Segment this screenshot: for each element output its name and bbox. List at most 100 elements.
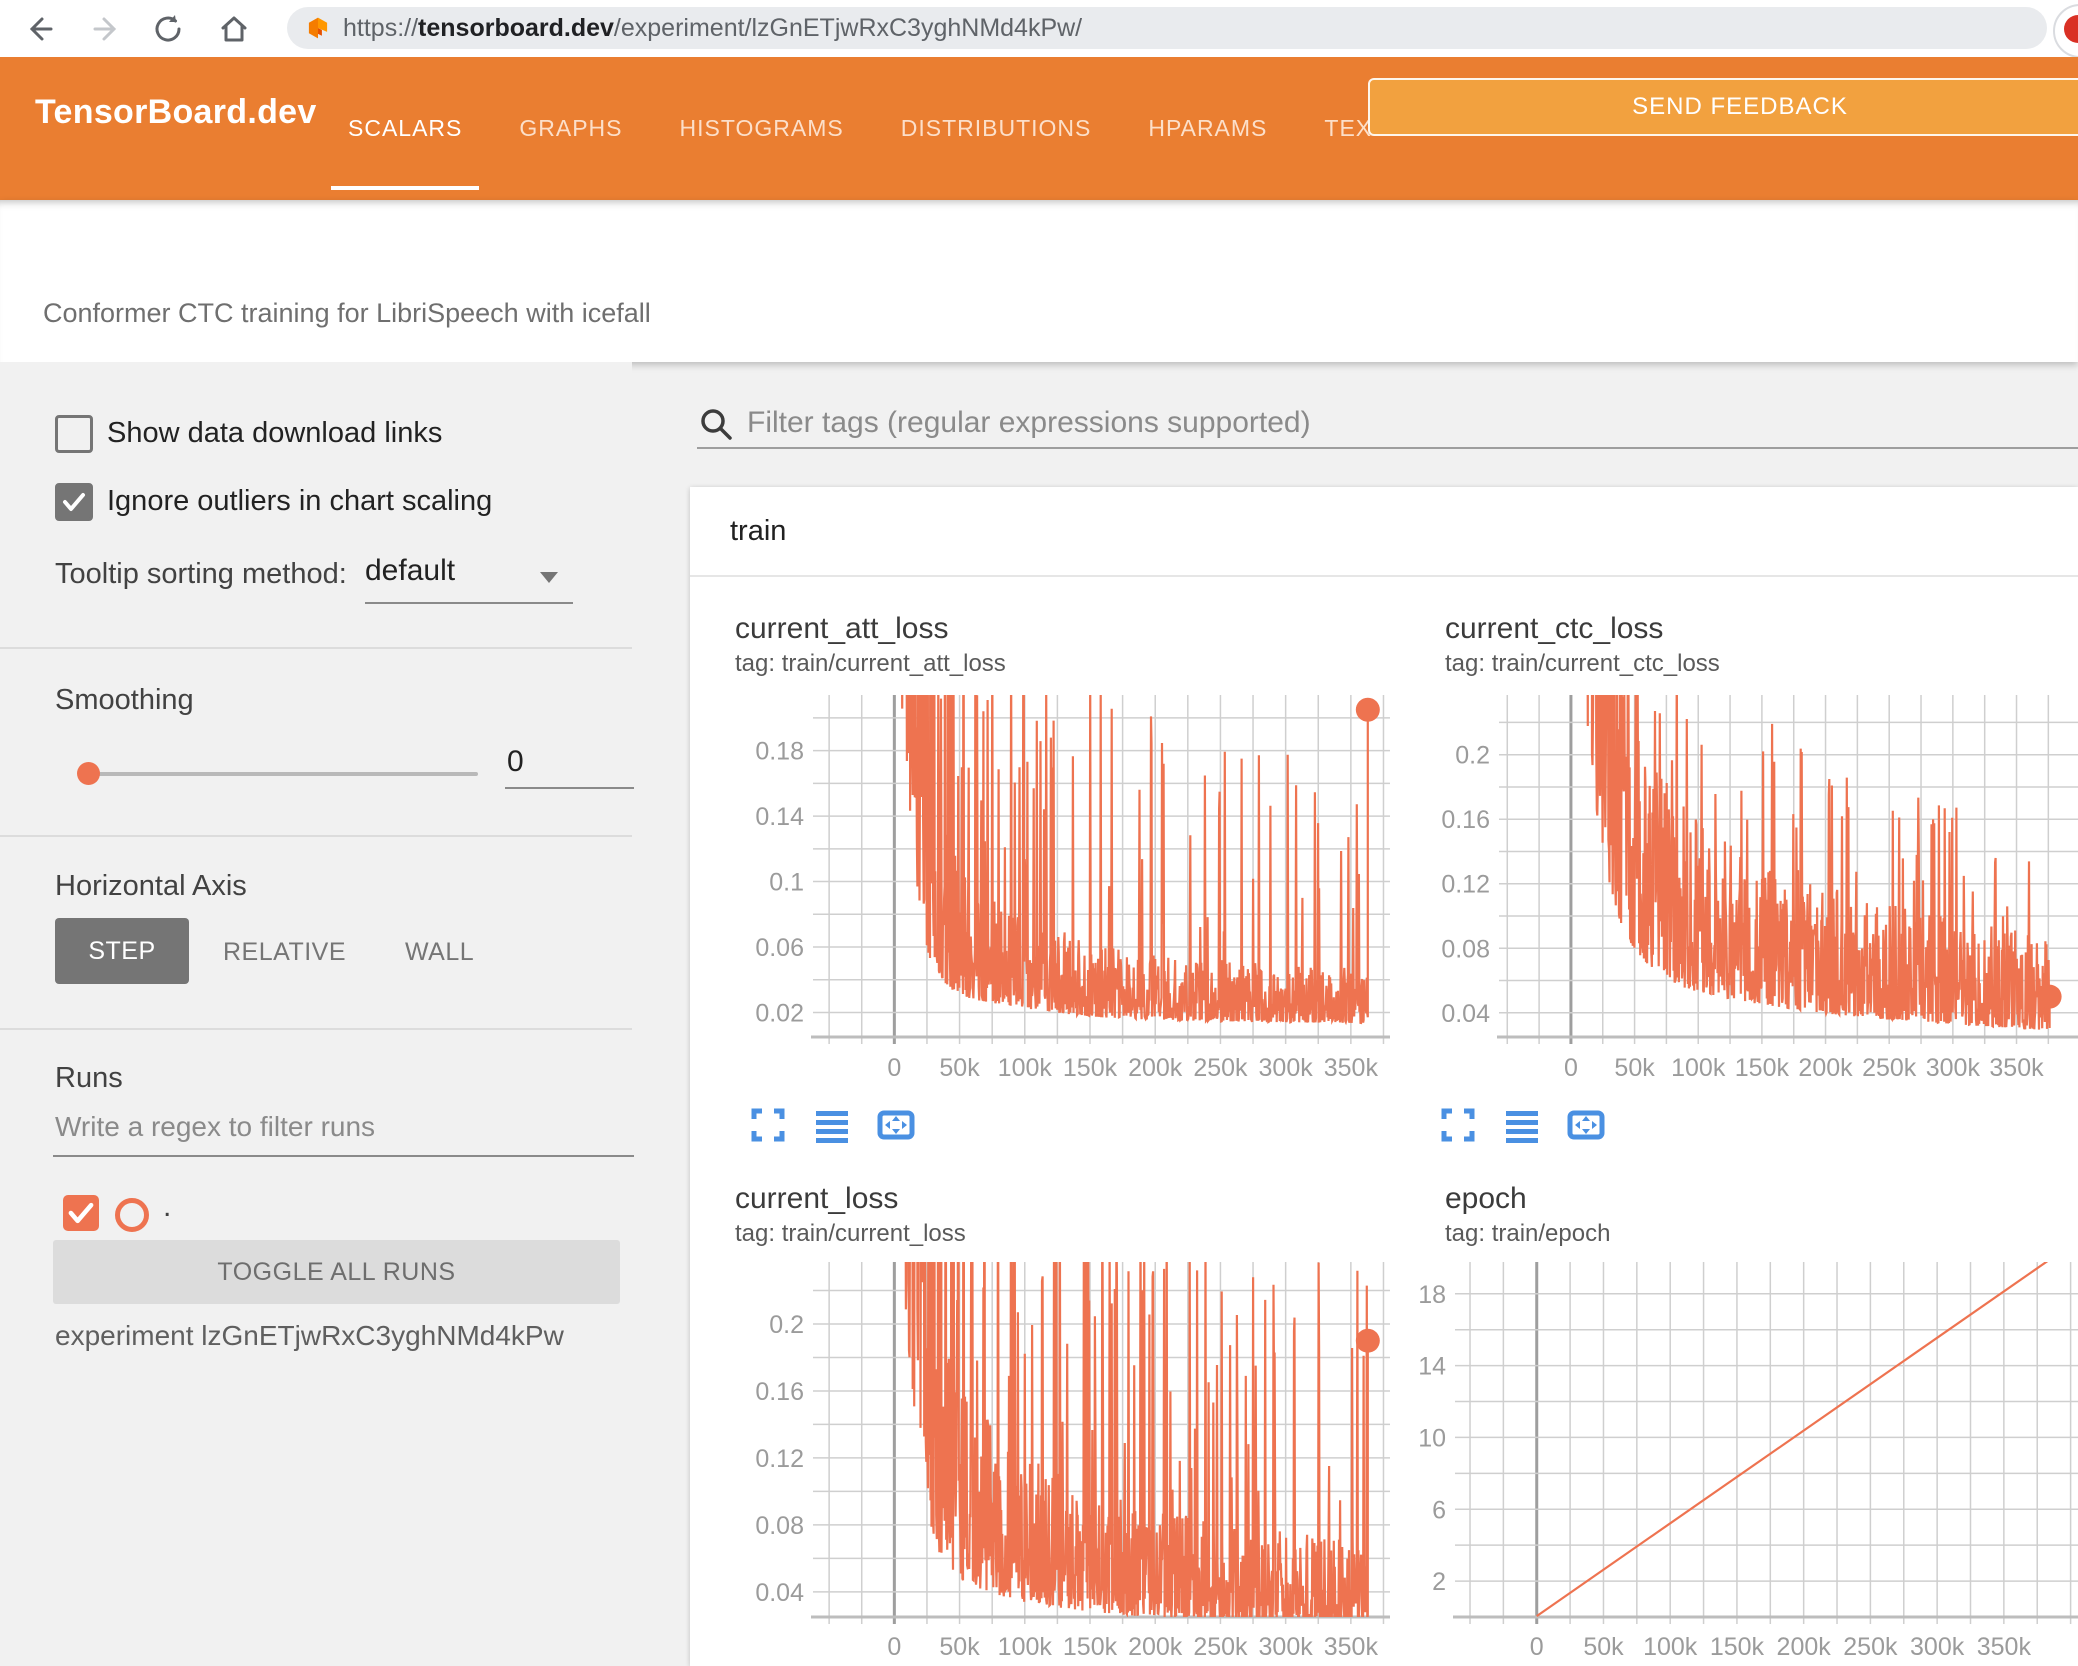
- ignore-outliers-checkbox[interactable]: [55, 483, 93, 521]
- smoothing-slider-handle[interactable]: [77, 762, 100, 785]
- svg-text:50k: 50k: [939, 1633, 980, 1661]
- chart-current-ctc-loss[interactable]: 0 50k 100k 150k 200k 250k 300k 350k 0.04 0.08 0.12…: [1440, 688, 2078, 1088]
- divider: [0, 1028, 632, 1030]
- back-icon[interactable]: [22, 13, 54, 45]
- input-underline: [697, 447, 2078, 449]
- svg-text:2: 2: [1432, 1568, 1446, 1596]
- tooltip-sorting-label: Tooltip sorting method:: [55, 558, 347, 590]
- settings-sidebar: Show data download links Ignore outliers…: [0, 362, 634, 1666]
- chart-toolbar-att-loss: [748, 1105, 916, 1145]
- show-download-links-label: Show data download links: [107, 417, 443, 449]
- tab-scalars[interactable]: SCALARS: [330, 61, 480, 196]
- svg-text:0.08: 0.08: [755, 1512, 804, 1540]
- latest-value-dot: [1355, 1328, 1380, 1353]
- latest-value-dot: [1355, 697, 1380, 722]
- toggle-all-runs-button[interactable]: TOGGLE ALL RUNS: [53, 1240, 620, 1304]
- svg-text:0.08: 0.08: [1441, 935, 1490, 963]
- svg-text:250k: 250k: [1193, 1054, 1248, 1082]
- ignore-outliers-label: Ignore outliers in chart scaling: [107, 485, 493, 517]
- chart-current-att-loss[interactable]: 0 50k 100k 150k 200k 250k 300k 350k 0.02 0.06 0.1 0…: [755, 688, 1395, 1088]
- series-line: [1536, 1262, 2049, 1617]
- svg-text:0.18: 0.18: [755, 738, 804, 766]
- axis-wall-button[interactable]: WALL: [405, 938, 474, 967]
- svg-text:6: 6: [1432, 1496, 1446, 1524]
- svg-text:50k: 50k: [1614, 1054, 1655, 1082]
- forward-icon[interactable]: [92, 13, 124, 45]
- chart-tag-current-loss: tag: train/current_loss: [735, 1220, 966, 1247]
- svg-text:0.04: 0.04: [755, 1579, 804, 1607]
- fit-domain-icon[interactable]: [876, 1105, 916, 1145]
- svg-text:10: 10: [1418, 1424, 1446, 1452]
- run-checkbox[interactable]: [63, 1195, 99, 1231]
- smoothing-value-input[interactable]: [505, 744, 634, 789]
- home-icon[interactable]: [218, 13, 250, 45]
- svg-text:250k: 250k: [1193, 1633, 1248, 1661]
- chart-current-loss[interactable]: 0 50k 100k 150k 200k 250k 300k 350k 0.04 0.08 0.12…: [755, 1258, 1395, 1666]
- svg-text:100k: 100k: [1671, 1054, 1726, 1082]
- svg-text:250k: 250k: [1843, 1633, 1898, 1661]
- runs-label: Runs: [55, 1062, 123, 1094]
- profile-avatar[interactable]: [2053, 4, 2078, 58]
- svg-text:0.16: 0.16: [755, 1378, 804, 1406]
- chart-epoch[interactable]: 0 50k 100k 150k 200k 250k 300k 350k 2 6 10 14 18: [1390, 1258, 2078, 1666]
- svg-text:200k: 200k: [1777, 1633, 1832, 1661]
- svg-text:0.04: 0.04: [1441, 1000, 1490, 1028]
- reload-icon[interactable]: [152, 13, 184, 45]
- runs-filter-input[interactable]: [53, 1110, 634, 1157]
- svg-text:50k: 50k: [939, 1054, 980, 1082]
- axis-step-button[interactable]: STEP: [55, 918, 189, 984]
- horizontal-axis-label: Horizontal Axis: [55, 870, 247, 902]
- svg-text:300k: 300k: [1259, 1054, 1314, 1082]
- tab-hparams[interactable]: HPARAMS: [1143, 61, 1272, 196]
- smoothing-label: Smoothing: [55, 684, 194, 716]
- fit-domain-icon[interactable]: [1566, 1105, 1606, 1145]
- runs-selector-icon[interactable]: [812, 1105, 852, 1145]
- chevron-down-icon: [540, 572, 558, 583]
- svg-text:0: 0: [1564, 1054, 1578, 1082]
- svg-text:0.06: 0.06: [755, 934, 804, 962]
- svg-text:14: 14: [1418, 1353, 1446, 1381]
- tab-graphs[interactable]: GRAPHS: [514, 61, 627, 196]
- tab-histograms[interactable]: HISTOGRAMS: [675, 61, 849, 196]
- chart-toolbar-ctc-loss: [1438, 1105, 1606, 1145]
- section-title[interactable]: train: [730, 515, 786, 548]
- chart-title-current-loss: current_loss: [735, 1182, 899, 1215]
- show-download-links-checkbox[interactable]: [55, 415, 93, 453]
- smoothing-slider-track[interactable]: [88, 772, 478, 776]
- tag-filter-input[interactable]: [745, 405, 2069, 450]
- avatar-badge: [2064, 15, 2078, 43]
- axis-relative-button[interactable]: RELATIVE: [223, 938, 346, 967]
- expand-chart-icon[interactable]: [1438, 1105, 1478, 1145]
- chart-title-current-ctc-loss: current_ctc_loss: [1445, 612, 1664, 645]
- address-bar[interactable]: https://tensorboard.dev/experiment/lzGnE…: [287, 7, 2047, 49]
- svg-text:0: 0: [887, 1054, 901, 1082]
- nav-tabs: SCALARS GRAPHS HISTOGRAMS DISTRIBUTIONS …: [330, 57, 1392, 200]
- experiment-title-bar: Conformer CTC training for LibriSpeech w…: [0, 200, 2078, 362]
- check-icon: [63, 493, 85, 511]
- chart-title-epoch: epoch: [1445, 1182, 1527, 1215]
- svg-text:150k: 150k: [1063, 1633, 1118, 1661]
- chart-title-current-att-loss: current_att_loss: [735, 612, 949, 645]
- svg-text:200k: 200k: [1128, 1633, 1183, 1661]
- tab-distributions[interactable]: DISTRIBUTIONS: [896, 61, 1097, 196]
- latest-value-dot: [2037, 984, 2062, 1009]
- url-text: https://tensorboard.dev/experiment/lzGnE…: [343, 13, 1083, 42]
- svg-text:250k: 250k: [1862, 1054, 1917, 1082]
- svg-text:100k: 100k: [998, 1054, 1053, 1082]
- brand-title: TensorBoard.dev: [35, 93, 317, 131]
- svg-text:350k: 350k: [1324, 1633, 1379, 1661]
- svg-text:350k: 350k: [1989, 1054, 2044, 1082]
- run-name: .: [163, 1190, 172, 1223]
- svg-text:0.02: 0.02: [755, 999, 804, 1027]
- svg-text:0.14: 0.14: [755, 803, 804, 831]
- expand-chart-icon[interactable]: [748, 1105, 788, 1145]
- svg-text:150k: 150k: [1063, 1054, 1118, 1082]
- svg-text:300k: 300k: [1259, 1633, 1314, 1661]
- svg-text:350k: 350k: [1977, 1633, 2032, 1661]
- runs-selector-icon[interactable]: [1502, 1105, 1542, 1145]
- send-feedback-button[interactable]: SEND FEEDBACK: [1368, 78, 2078, 136]
- svg-text:0.12: 0.12: [1441, 871, 1490, 899]
- svg-text:0.2: 0.2: [769, 1311, 804, 1339]
- run-color-swatch[interactable]: [115, 1198, 149, 1232]
- svg-text:300k: 300k: [1910, 1633, 1965, 1661]
